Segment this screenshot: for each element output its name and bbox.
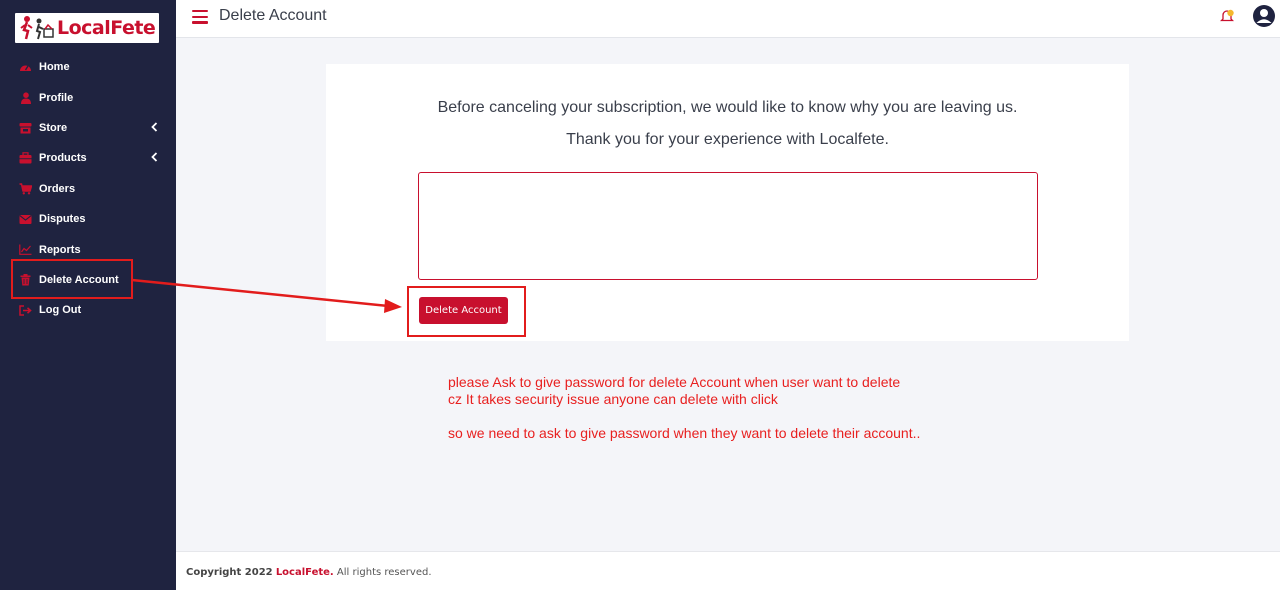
thank-you-message: Thank you for your experience with Local… xyxy=(566,131,889,148)
copyright-prefix: Copyright 2022 xyxy=(186,567,273,578)
annotation-line-3: so we need to ask to give password when … xyxy=(448,425,921,441)
sidebar-item-products[interactable]: Products xyxy=(0,143,176,173)
leave-reason-textarea[interactable] xyxy=(418,172,1038,280)
chevron-left-icon[interactable] xyxy=(151,122,158,132)
leave-reason-message: Before canceling your subscription, we w… xyxy=(437,99,1018,116)
annotation-line-1: please Ask to give password for delete A… xyxy=(448,374,901,390)
sidebar-item-label: Reports xyxy=(39,243,81,256)
sidebar-item-label: Disputes xyxy=(39,213,86,226)
top-bar: Delete Account xyxy=(176,0,1280,38)
sidebar-item-label: Products xyxy=(39,152,87,165)
sidebar-item-disputes[interactable]: Disputes xyxy=(0,204,176,234)
user-icon xyxy=(19,91,32,104)
briefcase-icon xyxy=(19,152,32,164)
chevron-left-icon[interactable] xyxy=(151,152,158,162)
user-circle-icon[interactable] xyxy=(1252,4,1276,28)
copyright-text: Copyright 2022 LocalFete. All rights res… xyxy=(186,567,432,578)
annotation-arrow-icon xyxy=(131,278,402,313)
cart-icon xyxy=(19,183,32,195)
page-title: Delete Account xyxy=(219,7,327,24)
sidebar-item-store[interactable]: Store xyxy=(0,113,176,143)
sidebar-highlight-box xyxy=(11,259,133,299)
footer-brand-link[interactable]: LocalFete. xyxy=(276,567,334,578)
sidebar-item-home[interactable]: Home xyxy=(0,52,176,82)
annotation-line-2: cz It takes security issue anyone can de… xyxy=(448,391,778,407)
sidebar-item-orders[interactable]: Orders xyxy=(0,174,176,204)
menu-toggle-icon[interactable] xyxy=(192,10,208,24)
button-highlight-box xyxy=(407,286,526,337)
bell-icon[interactable] xyxy=(1220,8,1234,24)
logo[interactable]: LocalFete xyxy=(15,13,159,43)
footer: Copyright 2022 LocalFete. All rights res… xyxy=(176,551,1280,590)
sidebar-item-profile[interactable]: Profile xyxy=(0,82,176,112)
sidebar-item-label: Orders xyxy=(39,182,76,195)
chart-icon xyxy=(19,244,32,256)
logo-text: LocalFete xyxy=(57,17,156,39)
dashboard-icon xyxy=(19,61,32,73)
sidebar-item-label: Home xyxy=(39,61,70,74)
logo-icon xyxy=(20,16,54,40)
sidebar-item-label: Log Out xyxy=(39,304,82,317)
envelope-icon xyxy=(19,213,32,225)
logout-icon xyxy=(19,304,32,316)
store-icon xyxy=(19,122,32,134)
sidebar-item-label: Store xyxy=(39,121,68,134)
copyright-suffix: All rights reserved. xyxy=(336,567,432,578)
sidebar-item-label: Profile xyxy=(39,91,74,104)
